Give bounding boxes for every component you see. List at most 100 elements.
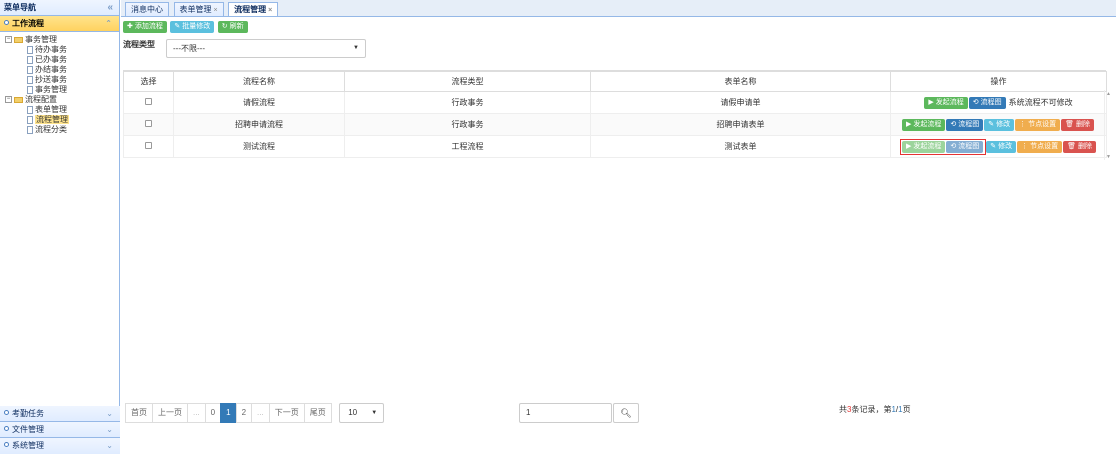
- flow-name-cell: 测试流程: [173, 135, 345, 158]
- pencil-icon: ✎: [990, 142, 997, 150]
- file-icon: [27, 75, 33, 84]
- scroll-up-icon[interactable]: ▲: [1106, 91, 1111, 97]
- delete-button[interactable]: 🗑 删除: [1061, 118, 1095, 131]
- actions-cell: ▶ 发起流程 ⟲ 流程图 系统流程不可修改: [890, 91, 1107, 114]
- table-row: 测试流程 工程流程 测试表单 ▶ 发起流程 ⟲ 流程图 ✎ 修改 ⋮ 节点设置 🗑 删除: [123, 135, 1107, 158]
- table-scrollbar[interactable]: ▲ ▼: [1104, 90, 1112, 160]
- start-flow-button[interactable]: ▶ 发起流程: [924, 96, 968, 109]
- refresh-button[interactable]: ↻ 刷新: [217, 21, 248, 33]
- flow-diagram-button[interactable]: ⟲ 流程图: [946, 140, 984, 153]
- tree-item-finished[interactable]: 办结事务: [5, 65, 119, 75]
- chevron-down-icon: ⌄: [106, 409, 113, 418]
- flow-name-cell: 招聘申请流程: [173, 113, 345, 136]
- flow-diagram-button[interactable]: ⟲ 流程图: [968, 96, 1006, 109]
- section-dot-icon: [4, 410, 9, 416]
- tree-item-cc[interactable]: 抄送事务: [5, 75, 119, 85]
- start-flow-button[interactable]: ▶ 发起流程: [901, 140, 946, 153]
- tree-item-form-mgmt[interactable]: 表单管理: [5, 105, 119, 115]
- loop-icon: ⟲: [950, 142, 957, 150]
- pencil-icon: ✎: [988, 120, 995, 128]
- row-checkbox[interactable]: [145, 120, 152, 127]
- add-flow-button[interactable]: ✚ 添加流程: [123, 21, 167, 33]
- folder-icon: [14, 96, 23, 103]
- folder-icon: [14, 36, 23, 43]
- page-prev-button[interactable]: 上一页: [152, 403, 188, 423]
- collapse-node-icon[interactable]: −: [5, 36, 12, 44]
- section-workflow[interactable]: 工作流程 ⌃: [0, 16, 119, 32]
- no-edit-note: 系统流程不可修改: [1008, 98, 1073, 107]
- toolbar: ✚ 添加流程 ✎ 批量修改 ↻ 刷新: [121, 17, 1116, 39]
- start-flow-button[interactable]: ▶ 发起流程: [901, 118, 946, 131]
- tree-item-affairs-mgmt[interactable]: 事务管理: [5, 85, 119, 95]
- page-first-button[interactable]: 首页: [125, 403, 153, 423]
- section-attendance[interactable]: 考勤任务 ⌄: [0, 406, 120, 422]
- flow-table: 选择 流程名称 流程类型 表单名称 操作 请假流程 行政事务 请假申请单 ▶ 发起…: [123, 70, 1111, 160]
- trash-icon: 🗑: [1067, 142, 1077, 150]
- plus-icon: ✚: [127, 23, 133, 30]
- section-dot-icon: [4, 20, 9, 26]
- page-next-button[interactable]: 下一页: [268, 403, 305, 423]
- column-header-actions: 操作: [890, 71, 1107, 92]
- page-size-select[interactable]: 10 ▼: [339, 403, 385, 423]
- edit-button[interactable]: ✎ 修改: [984, 118, 1015, 131]
- tree-item-todo[interactable]: 待办事务: [5, 45, 119, 55]
- search-icon[interactable]: 🔍︎: [613, 403, 639, 423]
- nav-tree: − 事务管理 待办事务 已办事务 办结事务 抄送事务 事务管理 − 流程配置 表单管…: [0, 32, 119, 394]
- section-files[interactable]: 文件管理 ⌄: [0, 422, 120, 438]
- page-jump: 1 🔍︎: [519, 403, 639, 423]
- tree-group-affairs[interactable]: − 事务管理: [5, 35, 119, 45]
- page-jump-input[interactable]: 1: [519, 403, 612, 423]
- refresh-icon: ↻: [221, 23, 228, 30]
- tab-flow-mgmt[interactable]: 流程管理 ×: [228, 2, 279, 16]
- loop-icon: ⟲: [950, 120, 957, 128]
- filter-bar: 流程类型 ---不限--- ▼: [121, 39, 1116, 65]
- sidebar-bottom-sections: 考勤任务 ⌄ 文件管理 ⌄ 系统管理 ⌄: [0, 406, 120, 454]
- dropdown-arrow-icon: ▼: [353, 45, 359, 51]
- close-icon[interactable]: ×: [214, 7, 218, 14]
- pencil-icon: ✎: [174, 23, 181, 30]
- flow-type-cell: 工程流程: [344, 135, 591, 158]
- tab-message-center[interactable]: 消息中心: [125, 2, 169, 16]
- node-settings-button[interactable]: ⋮ 节点设置: [1017, 140, 1063, 153]
- close-icon[interactable]: ×: [268, 7, 272, 14]
- page-last-button[interactable]: 尾页: [303, 403, 332, 423]
- page-button-2[interactable]: 2: [235, 403, 253, 423]
- page-ellipsis: ...: [251, 403, 270, 423]
- flow-diagram-button[interactable]: ⟲ 流程图: [946, 118, 984, 131]
- section-system[interactable]: 系统管理 ⌄: [0, 438, 120, 454]
- scroll-down-icon[interactable]: ▼: [1106, 154, 1111, 160]
- collapse-icon[interactable]: «: [107, 0, 113, 16]
- table-row: 招聘申请流程 行政事务 招聘申请表单 ▶ 发起流程 ⟲ 流程图 ✎ 修改 ⋮ 节点设置 🗑 删除: [123, 113, 1107, 136]
- dropdown-arrow-icon: ▼: [371, 410, 378, 416]
- column-header-select: 选择: [123, 71, 174, 92]
- delete-button[interactable]: 🗑 删除: [1063, 140, 1097, 153]
- table-header-row: 选择 流程名称 流程类型 表单名称 操作: [123, 71, 1107, 92]
- sidebar-title: 菜单导航: [4, 3, 36, 12]
- chevron-up-icon: ⌃: [105, 19, 112, 28]
- tree-item-flow-category[interactable]: 流程分类: [5, 125, 119, 135]
- settings-icon: ⋮: [1019, 120, 1027, 128]
- collapse-node-icon[interactable]: −: [5, 96, 12, 104]
- tree-group-config[interactable]: − 流程配置: [5, 95, 119, 105]
- batch-edit-button[interactable]: ✎ 批量修改: [170, 21, 215, 33]
- tab-bar: 消息中心 表单管理 × 流程管理 ×: [121, 0, 1116, 17]
- row-checkbox[interactable]: [145, 98, 152, 105]
- tree-item-done[interactable]: 已办事务: [5, 55, 119, 65]
- file-icon: [27, 45, 33, 54]
- node-settings-button[interactable]: ⋮ 节点设置: [1015, 118, 1061, 131]
- form-name-cell: 请假申请单: [590, 91, 891, 114]
- tab-form-mgmt[interactable]: 表单管理 ×: [173, 2, 224, 16]
- file-icon: [27, 125, 33, 134]
- page-button-current[interactable]: 1: [220, 403, 237, 423]
- page-ellipsis: ...: [187, 403, 206, 423]
- flow-type-select[interactable]: ---不限--- ▼: [166, 39, 366, 58]
- tree-item-flow-mgmt[interactable]: 流程管理: [5, 115, 119, 125]
- loop-icon: ⟲: [972, 98, 979, 106]
- page-button-0[interactable]: 0: [204, 403, 222, 423]
- edit-button[interactable]: ✎ 修改: [986, 140, 1017, 153]
- row-checkbox[interactable]: [145, 142, 152, 149]
- file-icon: [27, 115, 33, 124]
- section-dot-icon: [4, 442, 9, 448]
- flow-type-cell: 行政事务: [344, 91, 591, 114]
- actions-cell: ▶ 发起流程 ⟲ 流程图 ✎ 修改 ⋮ 节点设置 🗑 删除: [890, 135, 1107, 158]
